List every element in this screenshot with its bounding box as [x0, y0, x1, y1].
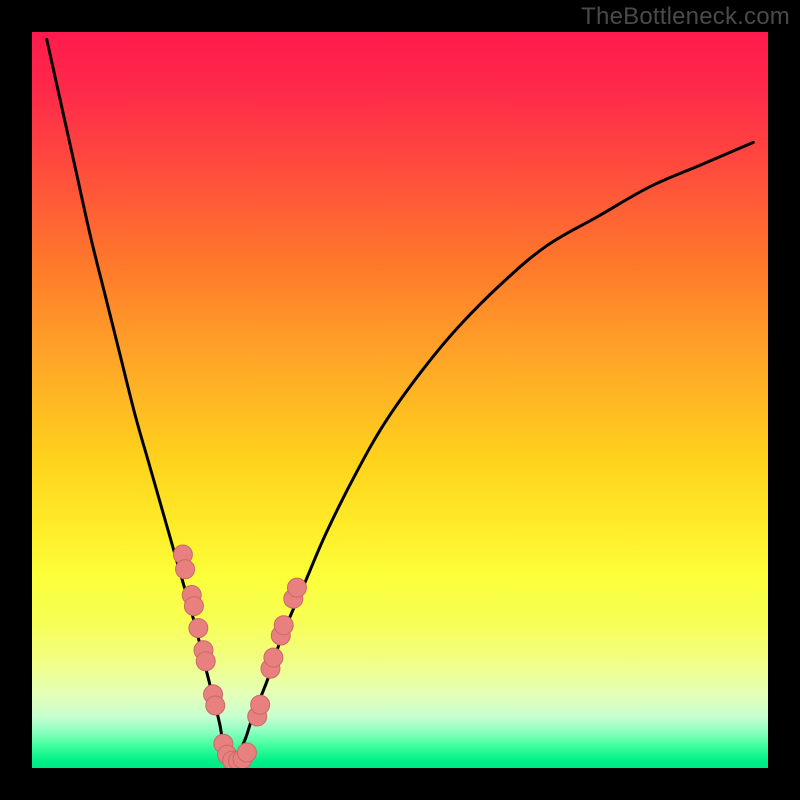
curve-layer: [32, 32, 768, 768]
data-marker: [274, 616, 293, 635]
data-marker: [237, 743, 256, 762]
series-group: [47, 39, 754, 764]
data-marker: [287, 578, 306, 597]
chart-frame: TheBottleneck.com: [0, 0, 800, 800]
data-marker: [251, 695, 270, 714]
watermark-text: TheBottleneck.com: [581, 3, 790, 31]
data-marker: [206, 696, 225, 715]
data-marker: [264, 648, 283, 667]
data-marker: [189, 619, 208, 638]
marker-group: [173, 545, 306, 768]
data-marker: [196, 652, 215, 671]
curve-right-branch: [231, 142, 754, 760]
data-marker: [184, 597, 203, 616]
data-marker: [176, 560, 195, 579]
plot-area: [32, 32, 768, 768]
